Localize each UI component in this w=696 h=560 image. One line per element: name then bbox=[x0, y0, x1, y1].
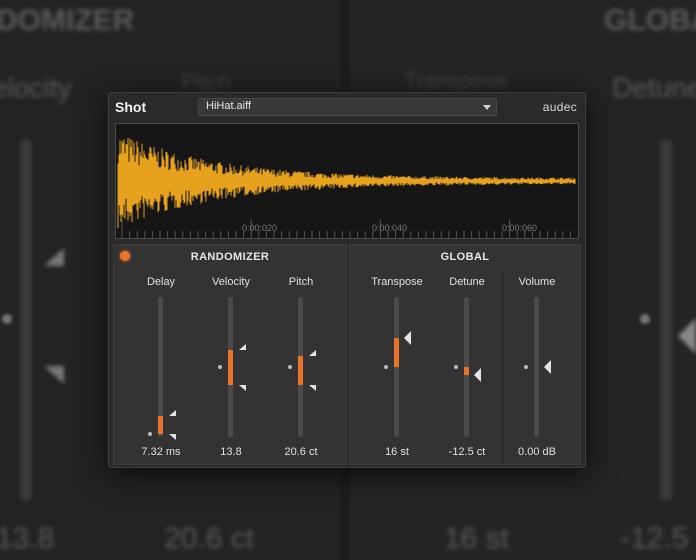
slider-transpose[interactable]: Transpose 16 st bbox=[362, 271, 432, 461]
upper-handle-icon[interactable] bbox=[169, 410, 176, 416]
value-handle-icon[interactable] bbox=[404, 330, 411, 345]
plugin-window: Shot HiHat.aiff audec 0:00:020 0:00:040 … bbox=[108, 92, 586, 468]
brand-logo: audec bbox=[542, 100, 577, 114]
value-bar bbox=[394, 337, 399, 367]
backdrop-label: -12.5 bbox=[620, 522, 689, 555]
backdrop-label: 16 st bbox=[444, 522, 510, 555]
center-dot bbox=[288, 365, 292, 369]
backdrop-label: DOMIZER bbox=[0, 4, 135, 37]
center-dot bbox=[218, 365, 222, 369]
slider-value: 0.00 dB bbox=[518, 446, 556, 458]
file-name: HiHat.aiff bbox=[206, 100, 252, 112]
backdrop-label: Transpose bbox=[404, 68, 508, 93]
slider-label: Transpose bbox=[371, 276, 423, 288]
time-label: 0:00:020 bbox=[242, 223, 278, 233]
slider-track[interactable] bbox=[148, 297, 176, 441]
backdrop-dot bbox=[2, 314, 12, 324]
chevron-down-icon bbox=[483, 105, 491, 110]
lower-handle-icon[interactable] bbox=[169, 434, 176, 441]
waveform-path bbox=[117, 138, 576, 229]
upper-handle-icon[interactable] bbox=[309, 349, 316, 356]
lower-handle-icon[interactable] bbox=[309, 385, 316, 392]
center-dot bbox=[454, 365, 458, 369]
slider-label: Delay bbox=[146, 276, 176, 288]
backdrop-handle bbox=[44, 248, 64, 266]
slider-value: 16 st bbox=[385, 446, 409, 458]
time-label: 0:00:060 bbox=[502, 223, 538, 233]
slider-label: Volume bbox=[518, 276, 556, 288]
backdrop-label: Detune bbox=[612, 72, 696, 103]
value-handle-icon[interactable] bbox=[474, 368, 481, 383]
value-bar bbox=[464, 367, 469, 376]
slider-value: 7.32 ms bbox=[141, 446, 181, 458]
slider-track[interactable] bbox=[288, 297, 316, 437]
slider-delay[interactable]: Delay 7.32 ms bbox=[126, 271, 196, 461]
backdrop-dot bbox=[640, 314, 650, 324]
center-dot bbox=[524, 365, 528, 369]
center-dot bbox=[148, 432, 152, 437]
backdrop-handle bbox=[44, 366, 64, 384]
backdrop-label: 20.6 ct bbox=[164, 522, 255, 555]
randomizer-section: RANDOMIZER Delay 7.32 ms Velocity 13.8 P… bbox=[113, 244, 347, 465]
slider-value: 13.8 bbox=[220, 446, 242, 458]
slider-track[interactable] bbox=[384, 297, 411, 437]
upper-handle-icon[interactable] bbox=[239, 344, 246, 351]
slider-track[interactable] bbox=[454, 297, 481, 437]
value-handle-icon[interactable] bbox=[544, 360, 551, 374]
global-section: GLOBAL Transpose 16 st Detune -12.5 ct V… bbox=[349, 244, 581, 465]
backdrop-label: 13.8 bbox=[0, 522, 55, 555]
slider-detune[interactable]: Detune -12.5 ct bbox=[432, 271, 502, 461]
backdrop-label: elocity bbox=[0, 72, 72, 103]
range-bar[interactable] bbox=[298, 355, 303, 386]
center-dot bbox=[384, 365, 388, 369]
slider-velocity[interactable]: Velocity 13.8 bbox=[196, 271, 266, 461]
backdrop-track bbox=[20, 140, 32, 500]
plugin-title: Shot bbox=[115, 99, 147, 115]
section-title: GLOBAL bbox=[440, 251, 490, 263]
slider-label: Detune bbox=[449, 276, 485, 288]
range-bar[interactable] bbox=[228, 350, 233, 386]
range-bar[interactable] bbox=[158, 416, 163, 435]
slider-volume[interactable]: Volume 0.00 dB bbox=[502, 271, 572, 461]
section-title: RANDOMIZER bbox=[190, 251, 270, 263]
slider-value: -12.5 ct bbox=[448, 446, 486, 458]
slider-label: Pitch bbox=[288, 276, 314, 288]
time-label: 0:00:040 bbox=[372, 223, 408, 233]
waveform-graphic bbox=[117, 138, 576, 238]
slider-value: 20.6 ct bbox=[284, 446, 318, 458]
backdrop-track bbox=[660, 140, 672, 500]
lower-handle-icon[interactable] bbox=[239, 385, 246, 392]
slider-track[interactable] bbox=[218, 297, 246, 437]
waveform-display[interactable]: 0:00:020 0:00:040 0:00:060 bbox=[115, 123, 579, 239]
slider-track[interactable] bbox=[524, 297, 551, 437]
backdrop-handle bbox=[678, 318, 696, 354]
slider-label: Velocity bbox=[212, 276, 250, 288]
slider-pitch[interactable]: Pitch 20.6 ct bbox=[266, 271, 336, 461]
file-dropdown[interactable]: HiHat.aiff bbox=[198, 98, 497, 116]
header: Shot HiHat.aiff audec bbox=[109, 93, 585, 121]
backdrop-label: GLOBAL bbox=[604, 4, 696, 37]
